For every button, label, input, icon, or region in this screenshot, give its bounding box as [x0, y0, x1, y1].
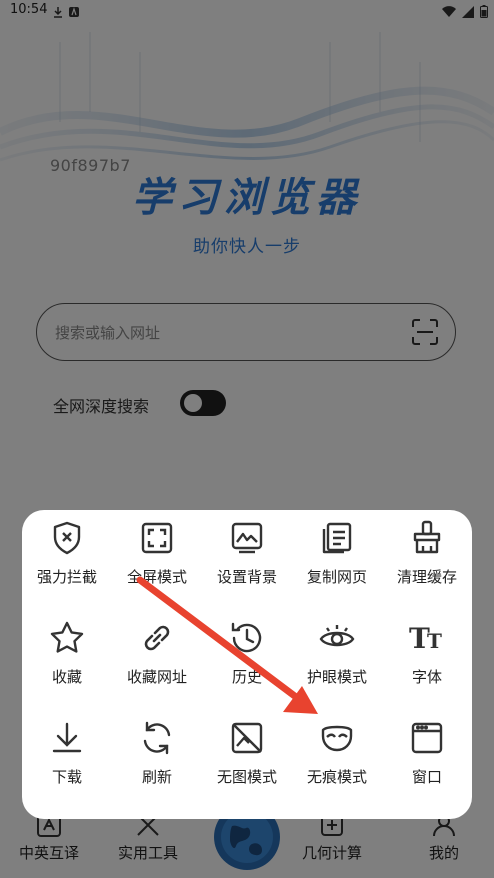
no-image-icon [229, 720, 265, 756]
menu-item-eye-care[interactable]: 护眼模式 [292, 610, 382, 702]
menu-item-fullscreen[interactable]: 全屏模式 [112, 510, 202, 602]
background-icon [229, 520, 265, 556]
menu-item-label: 清理缓存 [396, 568, 457, 586]
menu-item-label: 下载 [51, 768, 82, 786]
menu-item-history[interactable]: 历史 [202, 610, 292, 702]
menu-item-label: 强力拦截 [36, 568, 97, 586]
menu-item-label: 无图模式 [216, 768, 277, 786]
menu-panel: 强力拦截 全屏模式 设置背景 复制网页 清理缓存 收藏 收藏网址 历史 护眼模式… [22, 510, 472, 819]
brush-icon [409, 520, 445, 556]
menu-item-clear-cache[interactable]: 清理缓存 [382, 510, 472, 602]
history-icon [229, 620, 265, 656]
menu-item-background[interactable]: 设置背景 [202, 510, 292, 602]
menu-item-window[interactable]: 窗口 [382, 710, 472, 802]
window-icon [409, 720, 445, 756]
menu-item-refresh[interactable]: 刷新 [112, 710, 202, 802]
refresh-icon [139, 720, 175, 756]
download-icon [49, 720, 85, 756]
eye-icon [319, 620, 355, 656]
menu-item-label: 复制网页 [306, 568, 367, 586]
menu-item-label: 护眼模式 [306, 668, 367, 686]
link-icon [139, 620, 175, 656]
copy-icon [319, 520, 355, 556]
menu-item-copy-page[interactable]: 复制网页 [292, 510, 382, 602]
menu-item-download[interactable]: 下载 [22, 710, 112, 802]
mask-icon [319, 720, 355, 756]
fullscreen-icon [139, 520, 175, 556]
menu-item-label: 全屏模式 [126, 568, 187, 586]
shield-x-icon [49, 520, 85, 556]
menu-item-label: 收藏 [51, 668, 82, 686]
menu-item-no-image[interactable]: 无图模式 [202, 710, 292, 802]
svg-text:T: T [427, 629, 442, 653]
menu-item-label: 刷新 [141, 768, 172, 786]
menu-item-label: 窗口 [411, 768, 442, 786]
menu-item-label: 收藏网址 [126, 668, 187, 686]
menu-item-label: 历史 [231, 668, 262, 686]
menu-item-label: 无痕模式 [306, 768, 367, 786]
menu-item-label: 字体 [411, 668, 442, 686]
menu-item-block[interactable]: 强力拦截 [22, 510, 112, 602]
menu-item-incognito[interactable]: 无痕模式 [292, 710, 382, 802]
font-icon: TT [409, 620, 445, 656]
menu-item-label: 设置背景 [216, 568, 277, 586]
menu-item-favorite[interactable]: 收藏 [22, 610, 112, 702]
menu-item-font[interactable]: TT 字体 [382, 610, 472, 702]
star-icon [49, 620, 85, 656]
menu-item-bookmark-url[interactable]: 收藏网址 [112, 610, 202, 702]
